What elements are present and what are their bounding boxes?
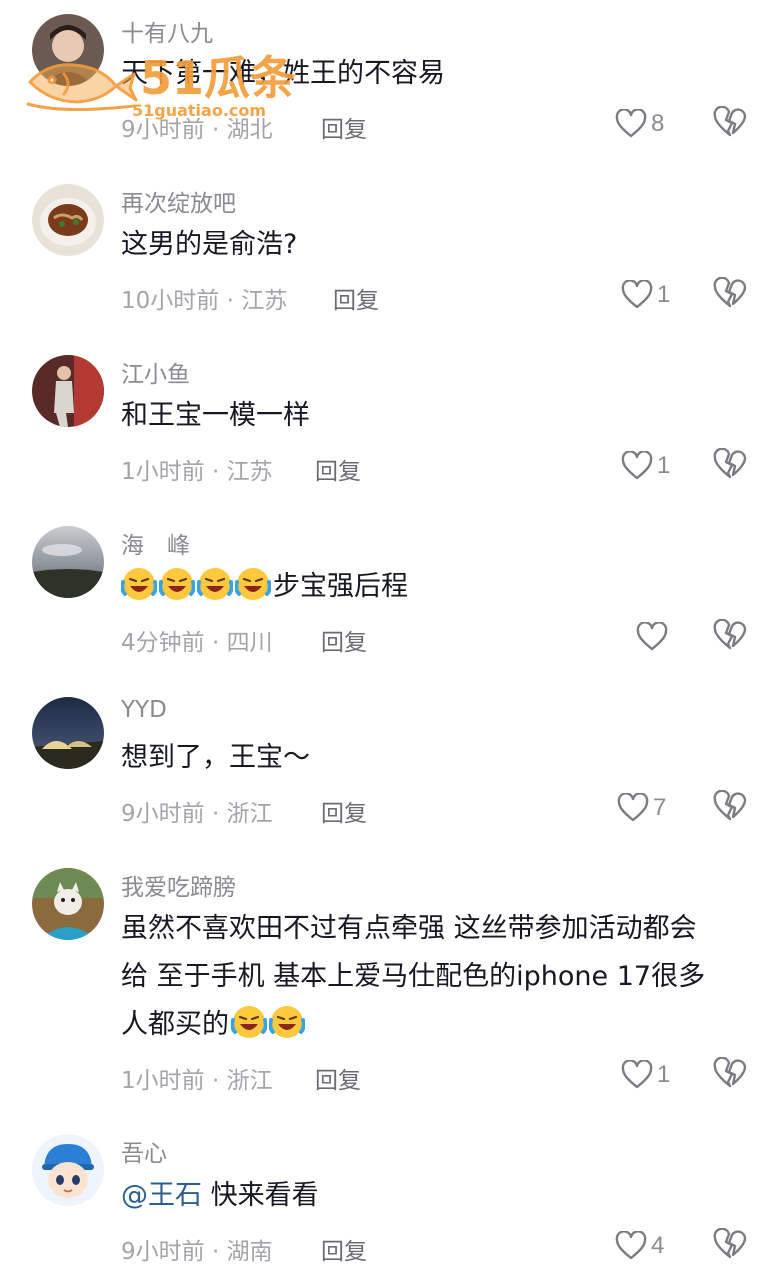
comment-text: 和王宝一模一样 <box>121 400 310 431</box>
like-button[interactable]: 4 <box>615 1228 664 1264</box>
comment-meta: 1小时前 · 江苏 <box>121 459 273 485</box>
like-count: 1 <box>657 1061 671 1088</box>
comment-text: 天下第一难，姓王的不容易 <box>121 58 445 89</box>
broken-heart-icon <box>713 619 747 650</box>
broken-heart-icon <box>713 106 747 137</box>
avatar[interactable] <box>32 355 104 427</box>
like-button[interactable]: 1 <box>621 448 670 484</box>
comment-meta: 4分钟前 · 四川 <box>121 630 273 656</box>
broken-heart-icon <box>713 1057 747 1088</box>
broken-heart-icon <box>713 790 747 821</box>
laughing-crying-emoji-icon <box>159 568 195 600</box>
comment-meta: 1小时前 · 浙江 <box>121 1068 273 1094</box>
comment-text: 想到了，王宝～ <box>121 742 310 773</box>
comment-text: 这男的是俞浩? <box>121 229 298 260</box>
heart-icon <box>621 1060 653 1089</box>
reply-button[interactable]: 回复 <box>321 1232 367 1266</box>
dislike-button[interactable] <box>713 619 749 655</box>
like-count: 7 <box>653 794 667 821</box>
laughing-crying-emoji-icon <box>269 1006 305 1038</box>
laughing-crying-emoji-icon <box>235 568 271 600</box>
broken-heart-icon <box>713 448 747 479</box>
username[interactable]: 再次绽放吧 <box>121 184 236 218</box>
reply-button[interactable]: 回复 <box>321 623 367 657</box>
comment-meta: 9小时前 · 浙江 <box>121 801 273 827</box>
heart-icon <box>621 451 653 480</box>
reply-button[interactable]: 回复 <box>321 110 367 144</box>
comment-text: @王石 快来看看 <box>121 1180 319 1211</box>
username[interactable]: 海 峰 <box>121 526 190 560</box>
username[interactable]: 我爱吃蹄膀 <box>121 868 236 902</box>
dislike-button[interactable] <box>713 1228 749 1264</box>
laughing-crying-emoji-icon <box>121 568 157 600</box>
broken-heart-icon <box>713 1228 747 1259</box>
dislike-button[interactable] <box>713 277 749 313</box>
heart-icon <box>621 280 653 309</box>
dislike-button[interactable] <box>713 448 749 484</box>
like-button[interactable]: 7 <box>617 790 666 826</box>
username[interactable]: 江小鱼 <box>121 355 190 389</box>
avatar[interactable] <box>32 868 104 940</box>
avatar[interactable] <box>32 184 104 256</box>
comment-text-line: 人都买的 <box>121 1001 751 1049</box>
reply-button[interactable]: 回复 <box>333 281 379 315</box>
comment-text: 步宝强后程 <box>273 571 408 602</box>
laughing-crying-emoji-icon <box>231 1006 267 1038</box>
dislike-button[interactable] <box>713 106 749 142</box>
username[interactable]: 十有八九 <box>121 14 213 48</box>
like-count: 8 <box>651 110 665 137</box>
comment-text: 虽然不喜欢田不过有点牵强 这丝带参加活动都会 给 至于手机 基本上爱马仕配色的i… <box>121 905 751 1049</box>
avatar[interactable] <box>32 697 104 769</box>
dislike-button[interactable] <box>713 1057 749 1093</box>
comment-meta: 9小时前 · 湖南 <box>121 1239 273 1265</box>
comment-meta: 9小时前 · 湖北 <box>121 117 273 143</box>
like-button[interactable] <box>636 619 672 655</box>
heart-icon <box>636 622 668 651</box>
like-count: 1 <box>657 452 671 479</box>
reply-button[interactable]: 回复 <box>321 794 367 828</box>
avatar[interactable] <box>32 14 104 86</box>
reply-button[interactable]: 回复 <box>315 452 361 486</box>
laughing-crying-emoji-icon <box>197 568 233 600</box>
heart-icon <box>617 793 649 822</box>
like-button[interactable]: 8 <box>615 106 664 142</box>
heart-icon <box>615 109 647 138</box>
username[interactable]: YYD <box>121 697 167 723</box>
comment-meta: 10小时前 · 江苏 <box>121 288 288 314</box>
comment-text-line: 虽然不喜欢田不过有点牵强 这丝带参加活动都会 <box>121 913 697 944</box>
avatar[interactable] <box>32 526 104 598</box>
reply-button[interactable]: 回复 <box>315 1061 361 1095</box>
mention-link[interactable]: @王石 <box>121 1180 202 1211</box>
heart-icon <box>615 1231 647 1260</box>
like-count: 1 <box>657 281 671 308</box>
username[interactable]: 吾心 <box>121 1134 167 1168</box>
comment-text: 步宝强后程 <box>121 563 751 611</box>
like-button[interactable]: 1 <box>621 1057 670 1093</box>
like-button[interactable]: 1 <box>621 277 670 313</box>
like-count: 4 <box>651 1232 665 1259</box>
comment-text-line: 给 至于手机 基本上爱马仕配色的iphone 17很多 <box>121 961 706 992</box>
dislike-button[interactable] <box>713 790 749 826</box>
avatar[interactable] <box>32 1134 104 1206</box>
broken-heart-icon <box>713 277 747 308</box>
